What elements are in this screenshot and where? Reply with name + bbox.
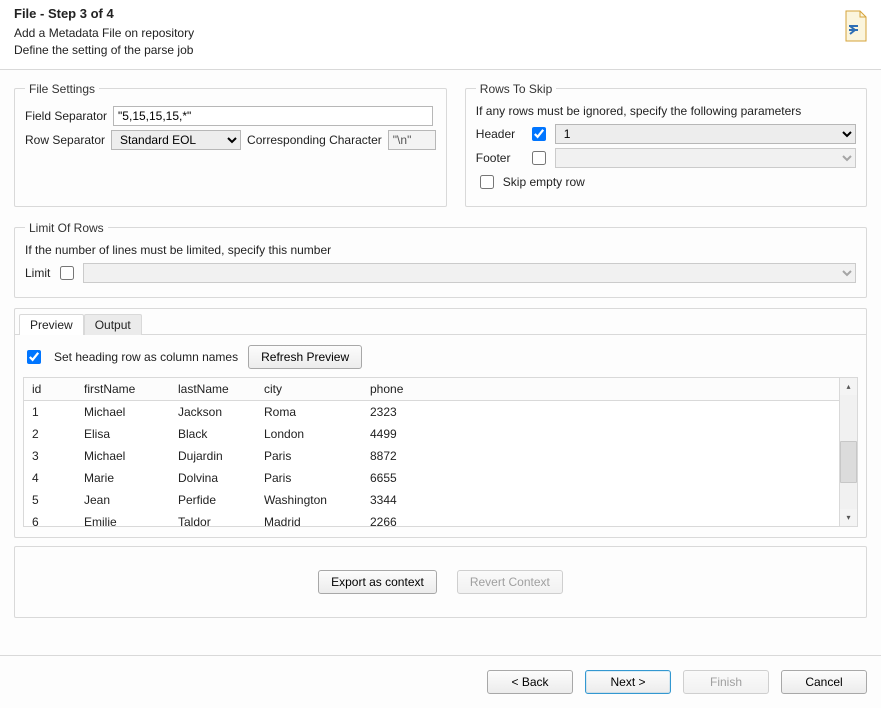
cell-lastName: Dolvina [170,467,256,489]
cell-lastName: Taldor [170,511,256,527]
preview-scrollbar[interactable]: ▴ ▾ [839,378,857,526]
skip-empty-row-checkbox[interactable] [480,175,494,189]
tab-output[interactable]: Output [84,314,142,335]
field-separator-label: Field Separator [25,109,107,123]
preview-table-shell: id firstName lastName city phone 1Michae… [23,377,858,527]
limit-label: Limit [25,266,50,280]
set-heading-label: Set heading row as column names [54,350,238,364]
page-subtitle-1: Add a Metadata File on repository [14,25,194,42]
group-preview: Preview Output Set heading row as column… [14,308,867,538]
tab-preview[interactable]: Preview [19,314,84,335]
header-value-select[interactable]: 1 [555,124,856,144]
scroll-up-icon[interactable]: ▴ [840,378,857,395]
cell-id: 1 [24,400,76,423]
cell-firstName: Emilie [76,511,170,527]
cell-phone: 2323 [362,400,438,423]
footer-value-select[interactable] [555,148,856,168]
row-separator-select[interactable]: Standard EOL [111,130,241,150]
cell-firstName: Elisa [76,423,170,445]
cell-phone: 8872 [362,445,438,467]
scroll-down-icon[interactable]: ▾ [840,509,857,526]
legend-file-settings: File Settings [25,82,99,96]
wizard-file-icon [843,10,869,42]
cell-id: 2 [24,423,76,445]
table-row[interactable]: 1MichaelJacksonRoma2323 [24,400,857,423]
cell-phone: 6655 [362,467,438,489]
cell-phone: 2266 [362,511,438,527]
header-label: Header [476,127,522,141]
cell-city: Washington [256,489,362,511]
cell-city: Paris [256,467,362,489]
set-heading-checkbox[interactable] [27,350,41,364]
table-row[interactable]: 2ElisaBlackLondon4499 [24,423,857,445]
cell-city: London [256,423,362,445]
wizard-body: File Settings Field Separator Row Separa… [0,70,881,655]
cell-lastName: Perfide [170,489,256,511]
next-button[interactable]: Next > [585,670,671,694]
cell-id: 3 [24,445,76,467]
wizard-header: File - Step 3 of 4 Add a Metadata File o… [0,0,881,70]
group-rows-to-skip: Rows To Skip If any rows must be ignored… [465,82,867,207]
cell-city: Paris [256,445,362,467]
corresponding-character-input [388,130,436,150]
footer-label: Footer [476,151,522,165]
column-header-city[interactable]: city [256,378,362,401]
field-separator-input[interactable] [113,106,433,126]
wizard-footer: < Back Next > Finish Cancel [0,655,881,708]
cell-phone: 4499 [362,423,438,445]
cell-firstName: Marie [76,467,170,489]
export-as-context-button[interactable]: Export as context [318,570,437,594]
cell-firstName: Jean [76,489,170,511]
limit-checkbox[interactable] [60,266,74,280]
cell-phone: 3344 [362,489,438,511]
cell-lastName: Dujardin [170,445,256,467]
back-button[interactable]: < Back [487,670,573,694]
row-separator-label: Row Separator [25,133,105,147]
skip-empty-row-label: Skip empty row [503,175,585,189]
page-subtitle-2: Define the setting of the parse job [14,42,194,59]
column-header-lastname[interactable]: lastName [170,378,256,401]
finish-button[interactable]: Finish [683,670,769,694]
revert-context-button[interactable]: Revert Context [457,570,563,594]
limit-of-rows-hint: If the number of lines must be limited, … [25,243,856,257]
table-row[interactable]: 4MarieDolvinaParis6655 [24,467,857,489]
preview-table: id firstName lastName city phone 1Michae… [24,378,857,527]
footer-checkbox[interactable] [532,151,546,165]
column-header-id[interactable]: id [24,378,76,401]
table-row[interactable]: 6EmilieTaldorMadrid2266 [24,511,857,527]
cell-id: 4 [24,467,76,489]
rows-to-skip-hint: If any rows must be ignored, specify the… [476,104,856,118]
refresh-preview-button[interactable]: Refresh Preview [248,345,362,369]
limit-value-select[interactable] [83,263,856,283]
table-row[interactable]: 3MichaelDujardinParis8872 [24,445,857,467]
column-header-firstname[interactable]: firstName [76,378,170,401]
cancel-button[interactable]: Cancel [781,670,867,694]
legend-rows-to-skip: Rows To Skip [476,82,556,96]
table-row[interactable]: 5JeanPerfideWashington3344 [24,489,857,511]
cell-firstName: Michael [76,445,170,467]
cell-city: Madrid [256,511,362,527]
group-limit-of-rows: Limit Of Rows If the number of lines mus… [14,221,867,298]
legend-limit-of-rows: Limit Of Rows [25,221,108,235]
corresponding-character-label: Corresponding Character [247,133,382,147]
header-checkbox[interactable] [532,127,546,141]
group-file-settings: File Settings Field Separator Row Separa… [14,82,447,207]
cell-id: 5 [24,489,76,511]
column-header-phone[interactable]: phone [362,378,438,401]
page-title: File - Step 3 of 4 [14,6,194,21]
cell-lastName: Jackson [170,400,256,423]
table-header-row: id firstName lastName city phone [24,378,857,401]
group-context-actions: Export as context Revert Context [14,546,867,618]
scroll-thumb[interactable] [840,441,857,483]
cell-id: 6 [24,511,76,527]
cell-city: Roma [256,400,362,423]
cell-lastName: Black [170,423,256,445]
cell-firstName: Michael [76,400,170,423]
